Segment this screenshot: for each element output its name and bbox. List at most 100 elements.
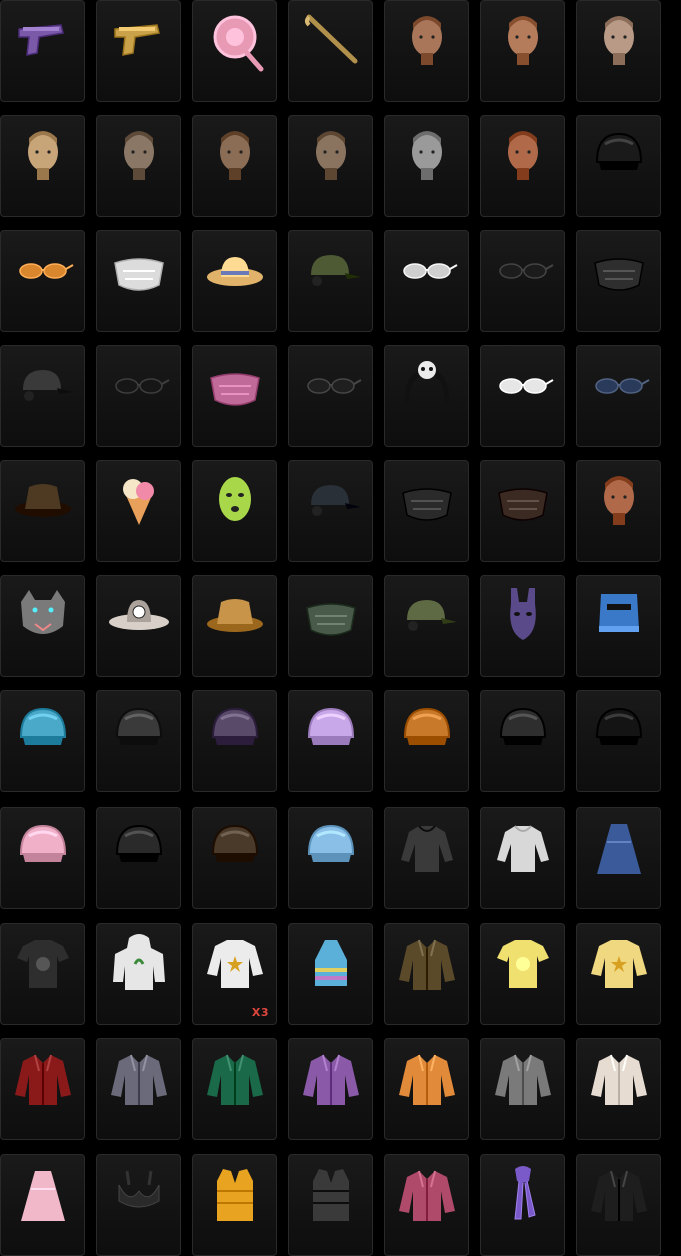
white-sport-glasses-icon [499, 378, 554, 394]
inventory-item-tile[interactable] [384, 575, 469, 677]
inventory-item-tile[interactable] [576, 923, 661, 1025]
dark-cap-goggles-icon [311, 485, 361, 516]
graphic-crop-tee-icon [17, 940, 69, 988]
inventory-item-tile[interactable] [384, 807, 469, 909]
inventory-item-tile[interactable] [288, 345, 373, 447]
inventory-item-tile[interactable] [96, 1154, 181, 1256]
inventory-item-tile[interactable] [480, 460, 565, 562]
inventory-item-tile[interactable] [96, 115, 181, 217]
military-cap-headset-icon [311, 255, 361, 286]
inventory-item-tile[interactable] [0, 923, 85, 1025]
inventory-item-tile[interactable] [96, 690, 181, 792]
inventory-item-tile[interactable] [96, 460, 181, 562]
inventory-item-tile[interactable] [192, 807, 277, 909]
inventory-item-tile[interactable] [96, 0, 181, 102]
messy-hair-male-icon [220, 131, 250, 180]
inventory-item-tile[interactable] [480, 0, 565, 102]
inventory-item-tile[interactable] [576, 460, 661, 562]
inventory-item-tile[interactable] [96, 923, 181, 1025]
inventory-item-tile[interactable] [192, 575, 277, 677]
inventory-item-tile[interactable] [288, 115, 373, 217]
inventory-item-tile[interactable] [480, 1154, 565, 1256]
inventory-item-tile[interactable] [576, 807, 661, 909]
inventory-item-tile[interactable] [384, 115, 469, 217]
inventory-item-tile[interactable] [480, 575, 565, 677]
inventory-item-tile[interactable] [384, 230, 469, 332]
pink-hooded-dress-icon [21, 1171, 65, 1221]
inventory-item-tile[interactable] [0, 460, 85, 562]
inventory-item-tile[interactable] [576, 115, 661, 217]
inventory-item-tile[interactable] [192, 460, 277, 562]
inventory-item-tile[interactable] [480, 807, 565, 909]
white-floral-jacket-icon [591, 1054, 647, 1105]
inventory-item-tile[interactable] [96, 1038, 181, 1140]
inventory-item-tile[interactable] [192, 690, 277, 792]
inventory-item-tile[interactable] [192, 345, 277, 447]
spiked-face-mask-icon [210, 373, 260, 406]
inventory-item-tile[interactable] [384, 1038, 469, 1140]
inventory-item-tile[interactable] [288, 0, 373, 102]
inventory-item-tile[interactable] [192, 1038, 277, 1140]
inventory-item-tile[interactable] [288, 460, 373, 562]
inventory-item-tile[interactable] [288, 1038, 373, 1140]
inventory-item-tile[interactable] [288, 1154, 373, 1256]
red-leather-jacket-icon [15, 1054, 71, 1105]
inventory-item-tile[interactable] [576, 230, 661, 332]
female-ponytail-face-icon [604, 16, 634, 65]
inventory-item-tile[interactable] [288, 807, 373, 909]
inventory-item-tile[interactable] [192, 230, 277, 332]
female-face-icon [412, 16, 442, 65]
inventory-item-tile[interactable] [192, 115, 277, 217]
camo-face-wrap-icon [306, 603, 356, 636]
inventory-item-tile[interactable] [96, 345, 181, 447]
inventory-item-tile[interactable] [480, 230, 565, 332]
inventory-item-tile[interactable] [288, 690, 373, 792]
inventory-item-tile[interactable] [0, 230, 85, 332]
inventory-item-tile[interactable] [576, 690, 661, 792]
item-count-badge: X3 [251, 1006, 269, 1019]
inventory-item-tile[interactable] [0, 807, 85, 909]
inventory-item-tile[interactable] [288, 923, 373, 1025]
inventory-item-tile[interactable] [0, 345, 85, 447]
inventory-item-tile[interactable] [384, 690, 469, 792]
inventory-item-tile[interactable] [480, 345, 565, 447]
tactical-vest-icon [313, 1169, 349, 1221]
inventory-item-tile[interactable] [0, 575, 85, 677]
inventory-item-tile[interactable] [192, 0, 277, 102]
inventory-item-tile[interactable] [384, 0, 469, 102]
inventory-item-tile[interactable] [480, 923, 565, 1025]
inventory-item-tile[interactable]: X3 [192, 923, 277, 1025]
inventory-item-tile[interactable] [0, 1154, 85, 1256]
inventory-item-tile[interactable] [288, 230, 373, 332]
inventory-item-tile[interactable] [384, 345, 469, 447]
inventory-item-tile[interactable] [0, 0, 85, 102]
inventory-item-tile[interactable] [480, 1038, 565, 1140]
inventory-item-tile[interactable] [576, 1038, 661, 1140]
inventory-item-tile[interactable] [384, 923, 469, 1025]
inventory-item-tile[interactable] [384, 460, 469, 562]
inventory-item-tile[interactable] [480, 690, 565, 792]
inventory-item-tile[interactable] [288, 575, 373, 677]
inventory-item-tile[interactable] [0, 1038, 85, 1140]
inventory-item-tile[interactable] [384, 1154, 469, 1256]
inventory-item-tile[interactable] [576, 345, 661, 447]
green-cap-headset-icon [407, 600, 457, 631]
black-baseball-cap-icon [23, 370, 73, 401]
tan-bucket-hat-icon [207, 599, 263, 632]
pink-striped-jacket-icon [399, 1170, 455, 1221]
white-star-sweatshirt-icon [207, 940, 263, 988]
inventory-item-tile[interactable] [576, 0, 661, 102]
inventory-item-tile[interactable] [96, 807, 181, 909]
inventory-item-tile[interactable] [192, 1154, 277, 1256]
gold-crowbar-icon [305, 14, 358, 64]
inventory-item-tile[interactable] [0, 115, 85, 217]
inventory-item-tile[interactable] [480, 115, 565, 217]
pink-lollipop-pan-icon [213, 15, 264, 72]
inventory-item-tile[interactable] [96, 575, 181, 677]
inventory-item-tile[interactable] [576, 575, 661, 677]
grey-red-jacket-icon [495, 1054, 551, 1105]
inventory-item-tile[interactable] [0, 690, 85, 792]
inventory-item-tile[interactable] [96, 230, 181, 332]
inventory-item-tile[interactable] [576, 1154, 661, 1256]
yellow-duck-tee-icon [497, 940, 549, 988]
